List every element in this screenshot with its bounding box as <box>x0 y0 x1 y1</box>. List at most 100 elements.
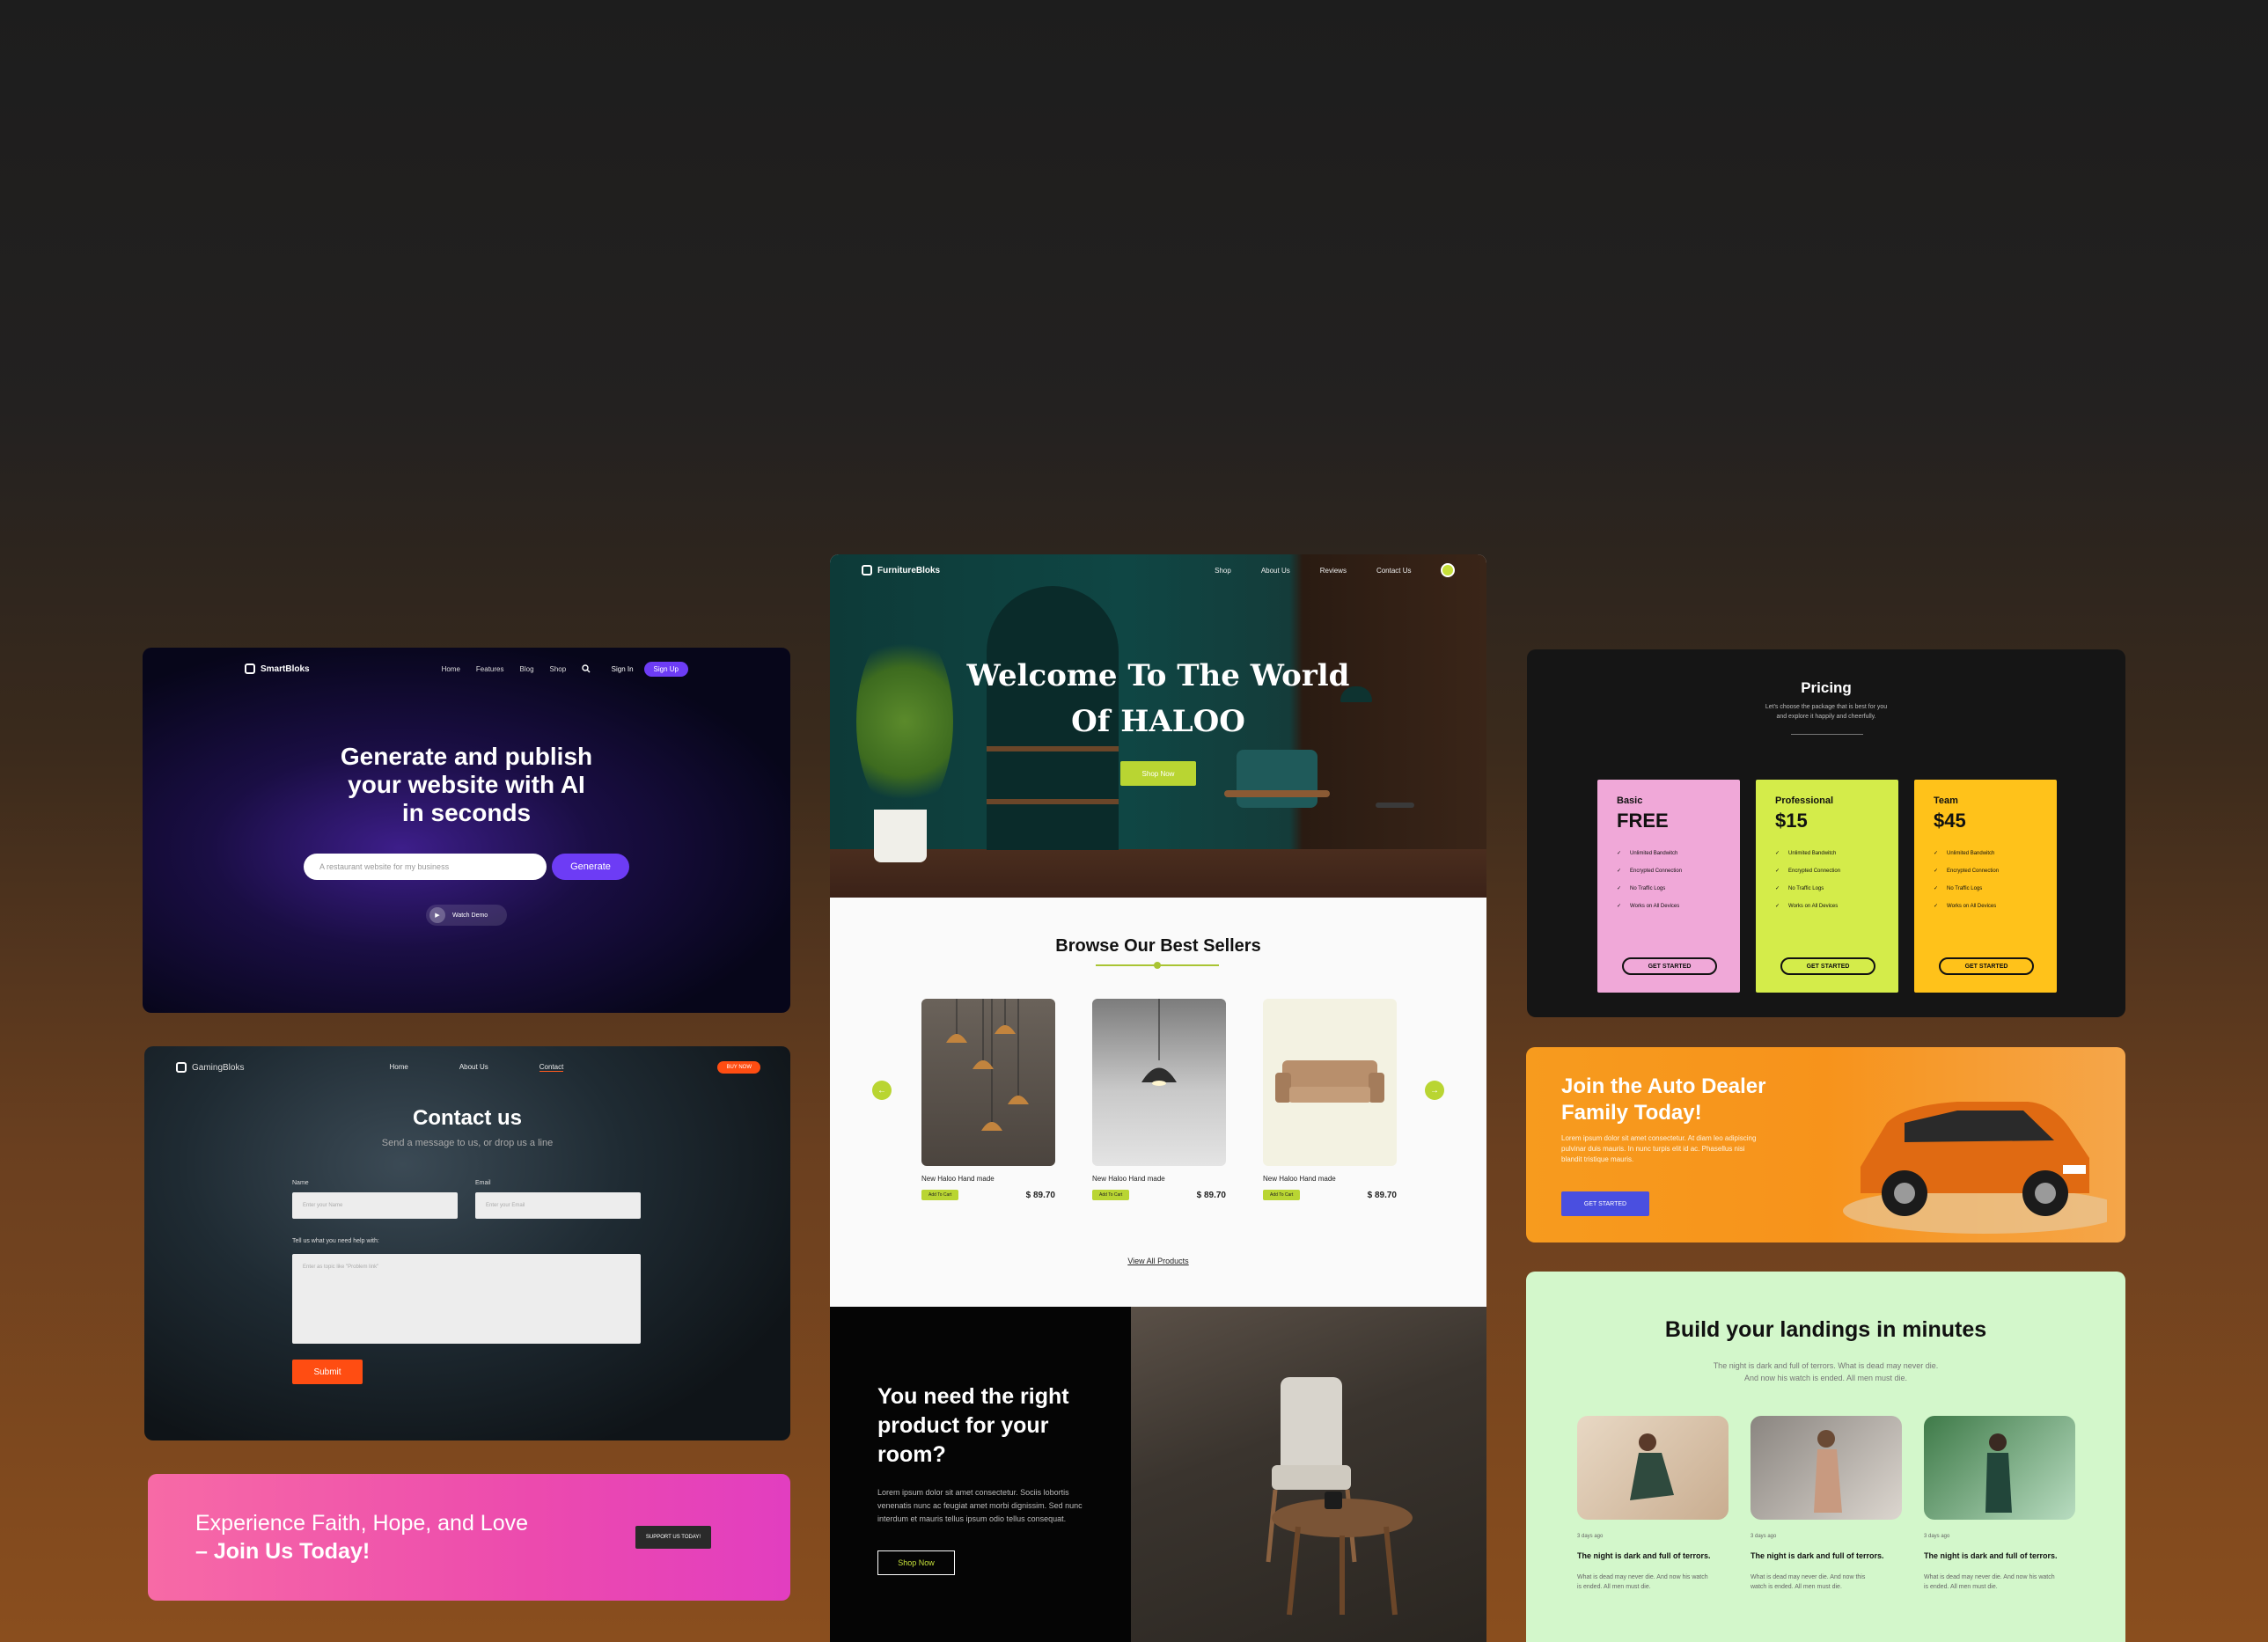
submit-button[interactable]: Submit <box>292 1360 363 1384</box>
product-name: New Haloo Hand made <box>1263 1175 1336 1183</box>
view-all-products-link[interactable]: View All Products <box>830 1257 1486 1265</box>
arrow-right-icon: → <box>1430 1085 1439 1096</box>
add-to-cart-button[interactable]: Add To Cart <box>1092 1190 1130 1200</box>
product-image-ceiling-lamp <box>1092 999 1226 1166</box>
logo-icon <box>862 565 872 575</box>
gamingbloks-logo[interactable]: GamingBloks <box>176 1062 244 1073</box>
pricing-plan-card[interactable]: Professional $15 ✓ Unlimited Bandwitch ✓ Encr… <box>1756 780 1898 993</box>
check-icon: ✓ <box>1934 851 1939 856</box>
product-price: $ 89.70 <box>1367 1190 1397 1200</box>
signin-link[interactable]: Sign In <box>612 665 634 673</box>
user-avatar[interactable] <box>1441 563 1455 577</box>
plan-feature-label: No Traffic Logs <box>1788 885 1824 891</box>
pricing-subtitle-line-1: Let's choose the package that is best fo… <box>1765 704 1888 710</box>
plan-feature: ✓ Unlimited Bandwitch <box>1617 850 1682 857</box>
nav-shop[interactable]: Shop <box>550 665 567 673</box>
post-title[interactable]: The night is dark and full of terrors. <box>1751 1551 1902 1560</box>
hero-headline: Generate and publish your website with A… <box>143 743 790 827</box>
help-textarea[interactable]: Enter as topic like "Problem link" <box>292 1254 641 1344</box>
check-icon: ✓ <box>1934 869 1939 874</box>
plan-feature-label: Unlimited Bandwitch <box>1788 850 1837 856</box>
check-icon: ✓ <box>1617 904 1622 909</box>
nav-shop[interactable]: Shop <box>1215 567 1231 575</box>
get-started-button[interactable]: GET STARTED <box>1622 957 1717 975</box>
plan-feature: ✓ Encrypted Connection <box>1934 868 1999 875</box>
post-title[interactable]: The night is dark and full of terrors. <box>1577 1551 1729 1560</box>
logo-icon <box>245 663 255 674</box>
armchair-arm <box>1224 790 1330 797</box>
contact-title: Contact us <box>412 1106 522 1130</box>
auto-text: Lorem ipsum dolor sit amet consectetur. … <box>1561 1134 1757 1163</box>
post-title[interactable]: The night is dark and full of terrors. <box>1924 1551 2075 1560</box>
furniturebloks-logo[interactable]: FurnitureBloks <box>862 565 940 575</box>
post-date: 3 days ago <box>1751 1534 1777 1539</box>
email-field[interactable]: Enter your Email <box>475 1192 641 1219</box>
plan-feature: ✓ No Traffic Logs <box>1617 885 1682 892</box>
post-image <box>1924 1416 2075 1520</box>
blog-post-card[interactable]: 3 days ago The night is dark and full of… <box>1924 1416 2075 1592</box>
pricing-preview: Pricing Let's choose the package that is… <box>1527 649 2125 1017</box>
plan-feature: ✓ Unlimited Bandwitch <box>1775 850 1840 857</box>
nav-contact[interactable]: Contact <box>539 1063 564 1072</box>
product-card[interactable]: New Haloo Hand made Add To Cart $ 89.70 <box>1263 999 1397 1200</box>
nav-blog[interactable]: Blog <box>520 665 534 673</box>
carousel-next-button[interactable]: → <box>1425 1081 1444 1100</box>
website-prompt-input[interactable]: A restaurant website for my business <box>304 854 547 880</box>
blog-post-card[interactable]: 3 days ago The night is dark and full of… <box>1577 1416 1729 1592</box>
post-description: What is dead may never die. And now this… <box>1751 1574 1866 1590</box>
nav-home[interactable]: Home <box>389 1063 407 1072</box>
plan-feature-list: ✓ Unlimited Bandwitch ✓ Encrypted Connectio… <box>1934 850 1999 920</box>
plan-name: Professional <box>1775 795 1834 806</box>
play-icon: ▶ <box>429 907 445 923</box>
post-date: 3 days ago <box>1577 1534 1604 1539</box>
nav-home[interactable]: Home <box>442 665 460 673</box>
carousel-prev-button[interactable]: ← <box>872 1081 892 1100</box>
nav-features[interactable]: Features <box>476 665 504 673</box>
watch-demo-button[interactable]: ▶ Watch Demo <box>426 905 507 926</box>
auto-get-started-button[interactable]: GET STARTED <box>1561 1191 1649 1216</box>
product-card[interactable]: New Haloo Hand made Add To Cart $ 89.70 <box>1092 999 1226 1200</box>
support-button[interactable]: SUPPORT US TODAY! <box>635 1526 711 1549</box>
blog-post-card[interactable]: 3 days ago The night is dark and full of… <box>1751 1416 1902 1592</box>
check-icon: ✓ <box>1775 851 1780 856</box>
auto-dealer-banner: Join the Auto Dealer Family Today! Lorem… <box>1526 1047 2125 1242</box>
check-icon: ✓ <box>1775 869 1780 874</box>
check-icon: ✓ <box>1775 904 1780 909</box>
add-to-cart-button[interactable]: Add To Cart <box>921 1190 959 1200</box>
product-name: New Haloo Hand made <box>1092 1175 1165 1183</box>
fitness-woman-image <box>1814 1430 1842 1513</box>
get-started-button[interactable]: GET STARTED <box>1780 957 1875 975</box>
add-to-cart-button[interactable]: Add To Cart <box>1263 1190 1301 1200</box>
smartbloks-logo[interactable]: SmartBloks <box>245 663 310 674</box>
product-card[interactable]: New Haloo Hand made Add To Cart $ 89.70 <box>921 999 1055 1200</box>
nav-about[interactable]: About Us <box>459 1063 488 1072</box>
fitness-woman-image <box>1630 1433 1674 1500</box>
shop-now-button[interactable]: Shop Now <box>1120 761 1196 786</box>
coffee-table-icon <box>1272 1492 1413 1616</box>
product-image-pendant-lamps <box>921 999 1055 1166</box>
buy-now-button[interactable]: BUY NOW <box>717 1061 760 1074</box>
name-field[interactable]: Enter your Name <box>292 1192 458 1219</box>
get-started-button[interactable]: GET STARTED <box>1939 957 2034 975</box>
post-image <box>1751 1416 1902 1520</box>
signup-button[interactable]: Sign Up <box>643 661 688 677</box>
promo-shop-now-button[interactable]: Shop Now <box>877 1550 955 1575</box>
plan-feature-label: No Traffic Logs <box>1630 885 1666 891</box>
promo-text: Lorem ipsum dolor sit amet consectetur. … <box>877 1488 1083 1523</box>
post-description: What is dead may never die. And now his … <box>1924 1574 2055 1590</box>
pricing-plan-card[interactable]: Team $45 ✓ Unlimited Bandwitch ✓ Encrypted Co… <box>1914 780 2057 993</box>
hero-shelf <box>987 799 1119 804</box>
plan-feature-list: ✓ Unlimited Bandwitch ✓ Encrypted Connectio… <box>1617 850 1682 920</box>
nav-reviews[interactable]: Reviews <box>1320 567 1347 575</box>
logo-icon <box>176 1062 187 1073</box>
brand-name: GamingBloks <box>192 1062 245 1073</box>
plan-feature: ✓ Encrypted Connection <box>1617 868 1682 875</box>
product-price: $ 89.70 <box>1196 1190 1226 1200</box>
generate-button[interactable]: Generate <box>552 854 629 880</box>
nav-about[interactable]: About Us <box>1261 567 1290 575</box>
plan-feature: ✓ No Traffic Logs <box>1775 885 1840 892</box>
nav-contact[interactable]: Contact Us <box>1376 567 1412 575</box>
pricing-subtitle-line-2: and explore it happily and cheerfully. <box>1776 714 1876 720</box>
search-icon[interactable] <box>582 664 591 673</box>
pricing-plan-card[interactable]: Basic FREE ✓ Unlimited Bandwitch ✓ Encrypted … <box>1597 780 1740 993</box>
